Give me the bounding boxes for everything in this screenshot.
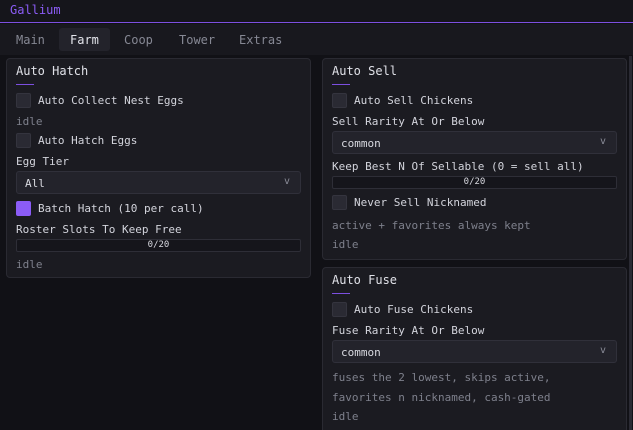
auto-hatch-panel: Auto Hatch Auto Collect Nest Eggs idle A… — [6, 58, 311, 278]
roster-slots-value: 0/20 — [147, 240, 170, 250]
roster-slots-slider[interactable]: 0/20 — [16, 239, 301, 252]
tab-main[interactable]: Main — [5, 28, 56, 51]
never-sell-nicknamed-label[interactable]: Never Sell Nicknamed — [354, 196, 486, 209]
auto-sell-note: active + favorites always kept — [332, 219, 531, 232]
auto-fuse-status: idle — [332, 410, 359, 423]
egg-tier-dropdown[interactable]: All v — [16, 171, 301, 194]
auto-fuse-chickens-checkbox[interactable] — [332, 302, 347, 317]
roster-slots-label: Roster Slots To Keep Free — [16, 223, 182, 236]
fuse-rarity-dropdown[interactable]: common v — [332, 340, 617, 363]
scrollbar[interactable] — [629, 56, 632, 430]
fuse-rarity-label: Fuse Rarity At Or Below — [332, 324, 485, 337]
chevron-down-icon: v — [599, 345, 606, 356]
sell-rarity-dropdown[interactable]: common v — [332, 131, 617, 154]
tab-extras[interactable]: Extras — [228, 28, 293, 51]
auto-fuse-panel: Auto Fuse Auto Fuse Chickens Fuse Rarity… — [322, 267, 627, 430]
keep-best-slider[interactable]: 0/20 — [332, 176, 617, 189]
auto-sell-title: Auto Sell — [332, 64, 398, 78]
auto-sell-chickens-label[interactable]: Auto Sell Chickens — [354, 94, 473, 107]
chevron-down-icon: v — [283, 176, 290, 187]
never-sell-nicknamed-checkbox[interactable] — [332, 195, 347, 210]
collect-status-text: idle — [16, 115, 43, 128]
title-bar: Gallium — [0, 0, 633, 23]
auto-fuse-note-line1: fuses the 2 lowest, skips active, — [332, 371, 551, 384]
auto-collect-nest-eggs-checkbox[interactable] — [16, 93, 31, 108]
auto-sell-panel: Auto Sell Auto Sell Chickens Sell Rarity… — [322, 58, 627, 260]
auto-fuse-chickens-label[interactable]: Auto Fuse Chickens — [354, 303, 473, 316]
tab-bar: Main Farm Coop Tower Extras — [0, 24, 633, 55]
sell-rarity-label: Sell Rarity At Or Below — [332, 115, 485, 128]
auto-fuse-note-line2: favorites n nicknamed, cash-gated — [332, 391, 551, 404]
auto-hatch-eggs-label[interactable]: Auto Hatch Eggs — [38, 134, 137, 147]
sell-rarity-value: common — [341, 137, 381, 150]
title-underline — [16, 84, 34, 85]
auto-sell-status: idle — [332, 238, 359, 251]
title-underline — [332, 293, 350, 294]
tab-tower[interactable]: Tower — [168, 28, 226, 51]
auto-fuse-title: Auto Fuse — [332, 273, 398, 287]
batch-hatch-label[interactable]: Batch Hatch (10 per call) — [38, 202, 204, 215]
fuse-rarity-value: common — [341, 346, 381, 359]
keep-best-label: Keep Best N Of Sellable (0 = sell all) — [332, 160, 584, 173]
window-title: Gallium — [10, 3, 61, 17]
auto-sell-chickens-checkbox[interactable] — [332, 93, 347, 108]
auto-collect-nest-eggs-label[interactable]: Auto Collect Nest Eggs — [38, 94, 184, 107]
tab-farm[interactable]: Farm — [59, 28, 110, 51]
batch-hatch-checkbox[interactable] — [16, 201, 31, 216]
keep-best-value: 0/20 — [463, 177, 486, 187]
auto-hatch-eggs-checkbox[interactable] — [16, 133, 31, 148]
auto-hatch-status: idle — [16, 258, 43, 271]
title-underline — [332, 84, 350, 85]
chevron-down-icon: v — [599, 136, 606, 147]
egg-tier-value: All — [25, 177, 45, 190]
egg-tier-label: Egg Tier — [16, 155, 69, 168]
tab-coop[interactable]: Coop — [113, 28, 164, 51]
auto-hatch-title: Auto Hatch — [16, 64, 89, 78]
